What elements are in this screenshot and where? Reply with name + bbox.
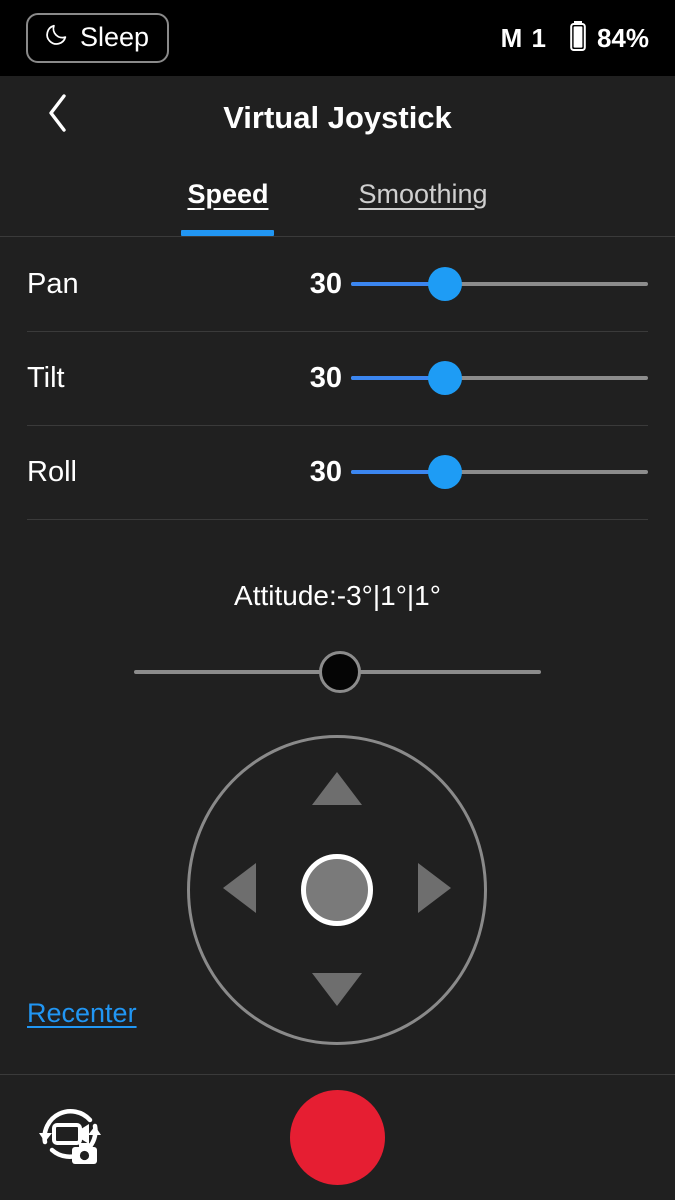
sleep-button-label: Sleep xyxy=(80,21,150,52)
row-label: Roll xyxy=(27,455,77,488)
pan-speed-slider[interactable] xyxy=(351,263,648,305)
slider-thumb[interactable] xyxy=(428,455,462,489)
setting-row-roll: Roll 30 xyxy=(0,425,675,519)
battery-status: 84% xyxy=(569,20,649,57)
switch-photo-video-icon[interactable] xyxy=(28,1092,112,1176)
attitude-slider[interactable] xyxy=(134,651,541,693)
row-value: 30 xyxy=(309,267,342,300)
mode-indicator: M 1 xyxy=(500,22,547,53)
battery-icon xyxy=(569,20,587,57)
slider-thumb[interactable] xyxy=(428,267,462,301)
app-screen: Sleep M 1 84% Virtual Joystick Speed Smo… xyxy=(0,0,675,1200)
roll-speed-slider[interactable] xyxy=(351,451,648,493)
tilt-speed-slider[interactable] xyxy=(351,357,648,399)
speed-settings-list: Pan 30 Tilt 30 Roll 30 xyxy=(0,237,675,519)
slider-thumb[interactable] xyxy=(428,361,462,395)
settings-bottom-divider xyxy=(27,519,648,520)
row-label: Tilt xyxy=(27,361,65,394)
setting-row-tilt: Tilt 30 xyxy=(0,331,675,425)
setting-row-pan: Pan 30 xyxy=(0,237,675,331)
joystick-knob[interactable] xyxy=(301,854,373,926)
moon-icon xyxy=(44,22,69,52)
triangle-down-icon[interactable] xyxy=(312,973,362,1006)
triangle-left-icon[interactable] xyxy=(223,863,256,913)
triangle-right-icon[interactable] xyxy=(418,863,451,913)
tab-speed[interactable]: Speed xyxy=(181,168,275,236)
status-indicators: M 1 84% xyxy=(501,20,649,57)
sleep-button[interactable]: Sleep xyxy=(26,13,170,63)
battery-percent-label: 84% xyxy=(596,22,649,53)
row-value: 30 xyxy=(309,455,342,488)
attitude-slider-knob[interactable] xyxy=(319,651,361,693)
recenter-link[interactable]: Recenter xyxy=(27,998,137,1029)
title-bar: Virtual Joystick xyxy=(0,76,675,160)
triangle-up-icon[interactable] xyxy=(312,772,362,805)
status-bar: Sleep M 1 84% xyxy=(0,0,675,76)
tab-bar: Speed Smoothing xyxy=(0,168,675,236)
virtual-joystick[interactable] xyxy=(187,735,487,1045)
row-label: Pan xyxy=(27,267,79,300)
page-title: Virtual Joystick xyxy=(223,100,452,135)
tab-smoothing[interactable]: Smoothing xyxy=(352,168,493,236)
attitude-readout: Attitude:-3°|1°|1° xyxy=(234,580,441,611)
record-button[interactable] xyxy=(290,1090,385,1185)
row-value: 30 xyxy=(309,361,342,394)
